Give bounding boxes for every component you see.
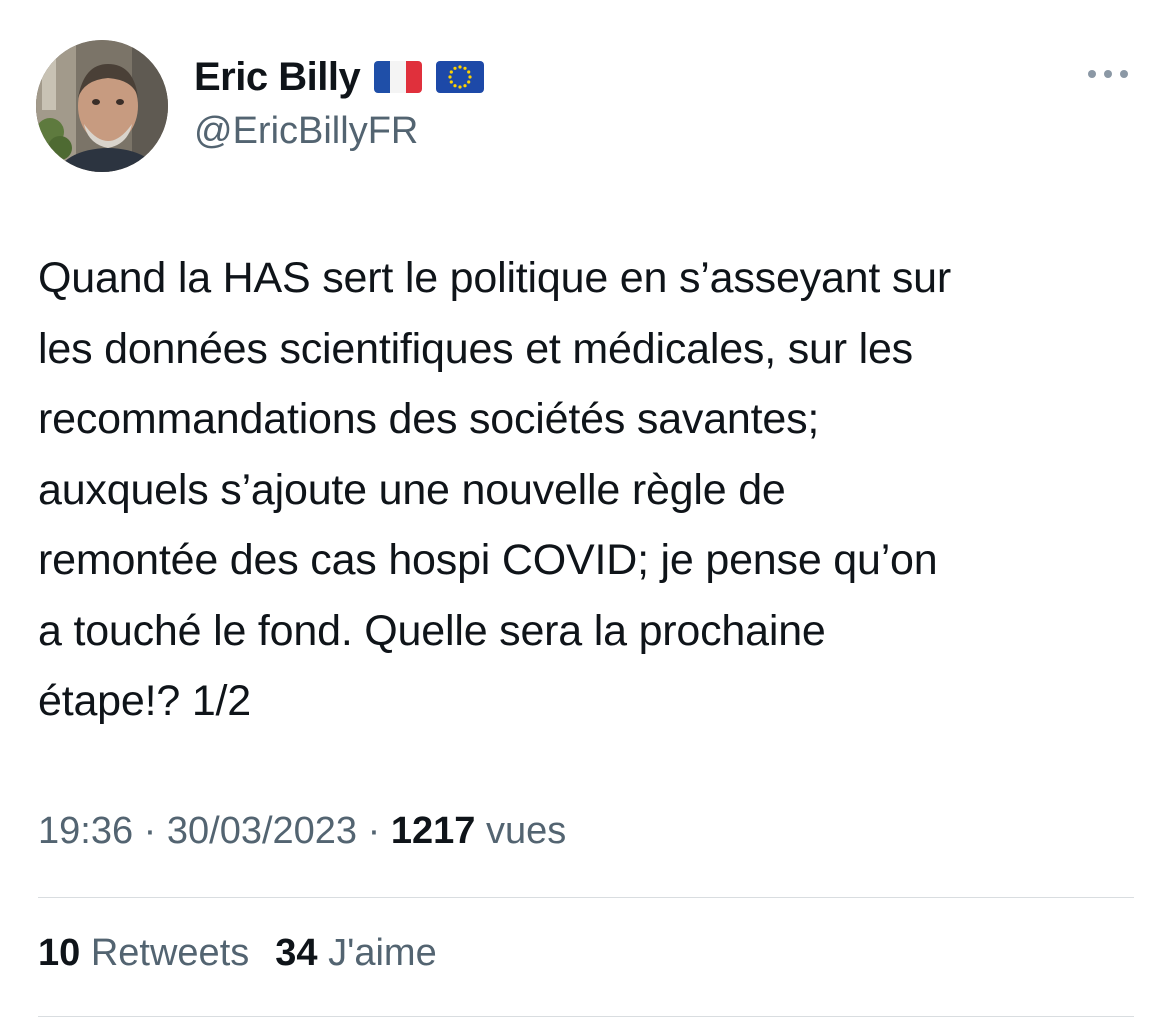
tweet-text-line: étape!? 1/2	[38, 677, 251, 725]
tweet-text: Quand la HAS sert le politique en s’asse…	[38, 243, 1148, 737]
flag-france-icon	[374, 61, 423, 93]
likes-stat[interactable]: 34 J'aime	[275, 932, 436, 974]
tweet-text-line: Quand la HAS sert le politique en s’asse…	[38, 254, 952, 302]
tweet-text-line: remontée des cas hospi COVID; je pense q…	[38, 536, 938, 584]
retweets-label: Retweets	[90, 932, 250, 974]
retweets-stat[interactable]: 10 Retweets	[38, 932, 249, 974]
tweet-text-line: a touché le fond. Quelle sera la prochai…	[38, 606, 826, 655]
retweets-count: 10	[38, 932, 81, 974]
meta-separator: ·	[143, 810, 157, 852]
more-horizontal-icon[interactable]	[1084, 58, 1132, 90]
tweet-date[interactable]: 30/03/2023	[167, 810, 357, 852]
divider	[38, 897, 1134, 898]
tweet-meta: 19:36 · 30/03/2023 · 1217 vues	[38, 810, 566, 853]
author-display-name[interactable]: Eric Billy	[194, 55, 361, 100]
author-handle[interactable]: @EricBillyFR	[194, 110, 418, 153]
flag-eu-icon	[436, 61, 485, 93]
tweet-text-line: auxquels s’ajoute une nouvelle règle de	[38, 465, 786, 514]
likes-count: 34	[275, 932, 318, 974]
divider	[38, 1016, 1134, 1017]
views-label[interactable]: vues	[486, 810, 566, 852]
tweet-stats: 10 Retweets 34 J'aime	[38, 932, 437, 975]
tweet-time[interactable]: 19:36	[38, 810, 133, 852]
likes-label: J'aime	[328, 932, 437, 974]
avatar[interactable]	[36, 40, 168, 172]
views-count[interactable]: 1217	[391, 810, 476, 852]
tweet-card: Eric Billy @EricBillyFR Quand la HAS ser…	[0, 0, 1170, 1025]
author-name-row: Eric Billy	[194, 52, 485, 102]
tweet-text-line: recommandations des sociétés savantes;	[38, 395, 820, 443]
tweet-text-line: les données scientifiques et médicales, …	[38, 324, 913, 373]
meta-separator: ·	[367, 810, 381, 852]
